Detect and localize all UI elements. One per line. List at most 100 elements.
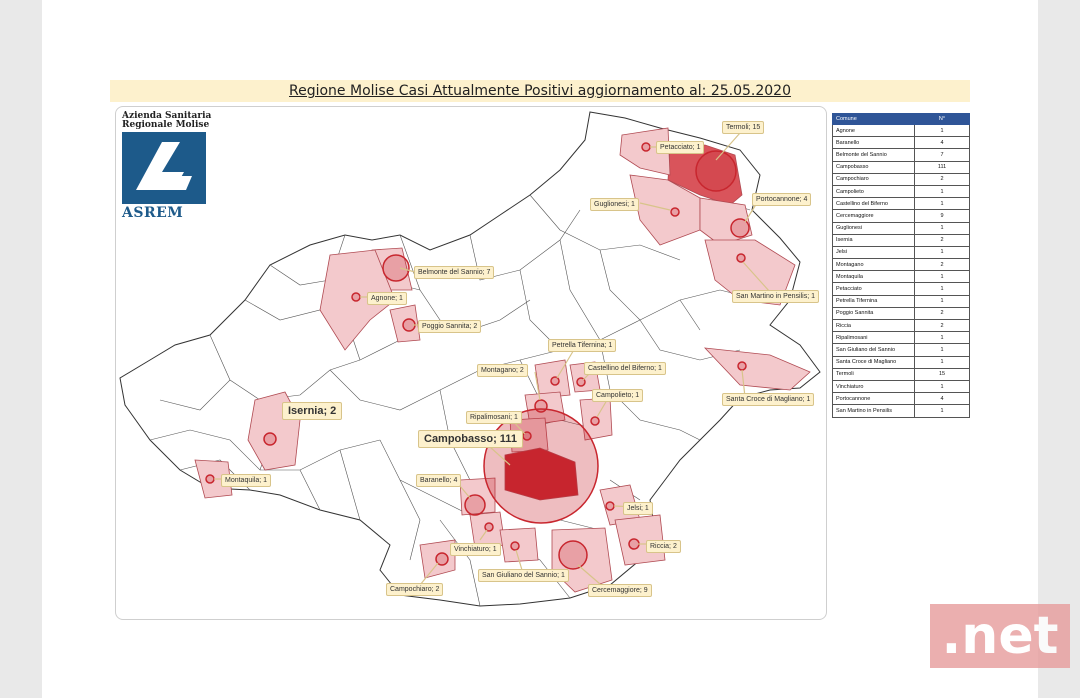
- label-guglionesi: Guglionesi; 1: [590, 198, 639, 211]
- table-row: Portocannone 4: [832, 392, 970, 406]
- label-castellino: Castellino del Biferno; 1: [584, 362, 666, 375]
- comune-cell: Baranello: [832, 136, 915, 150]
- table-row: Petrella Tifernina 1: [832, 294, 970, 308]
- table-row: Isernia 2: [832, 233, 970, 247]
- table-row: Termoli 15: [832, 367, 970, 381]
- label-campolieto: Campolieto; 1: [592, 389, 644, 402]
- count-cell: 1: [914, 343, 970, 357]
- count-cell: 2: [914, 306, 970, 321]
- comune-cell: Belmonte del Sannio: [832, 148, 915, 162]
- watermark-logo: .net: [930, 604, 1070, 668]
- count-cell: 2: [914, 258, 970, 272]
- column-header-comune: Comune: [832, 113, 915, 125]
- label-isernia: Isernia; 2: [282, 402, 343, 420]
- count-cell: 1: [914, 355, 970, 369]
- label-santacroce: Santa Croce di Magliano; 1: [722, 393, 815, 406]
- count-cell: 2: [914, 172, 970, 186]
- table-row: Montagano 2: [832, 258, 970, 272]
- bubble-termoli: [695, 150, 737, 192]
- comune-cell: Isernia: [832, 233, 915, 247]
- label-sanmartino: San Martino in Pensilis; 1: [732, 290, 819, 303]
- comune-cell: Petacciato: [832, 282, 915, 296]
- comune-cell: Portocannone: [832, 392, 915, 406]
- table-row: Santa Croce di Magliano 1: [832, 355, 970, 369]
- table-row: Castellino del Biferno 1: [832, 197, 970, 211]
- label-montagano: Montagano; 2: [477, 364, 528, 377]
- table-row: Campolieto 1: [832, 184, 970, 199]
- label-agnone: Agnone; 1: [367, 292, 407, 305]
- label-termoli: Termoli; 15: [722, 121, 765, 134]
- count-cell: 111: [914, 160, 970, 174]
- bubble-belmonte: [382, 254, 410, 282]
- comune-cell: Ripalimosani: [832, 331, 915, 345]
- count-cell: 1: [914, 123, 970, 138]
- table-row: San Giuliano del Sannio 1: [832, 343, 970, 357]
- table-row: San Martino in Pensilis 1: [832, 404, 970, 418]
- bubble-isernia: [263, 432, 277, 446]
- comune-cell: Montaquila: [832, 270, 915, 284]
- table-row: Montaquila 1: [832, 270, 970, 284]
- bubble-montagano: [534, 399, 548, 413]
- comune-cell: Poggio Sannita: [832, 306, 915, 321]
- comune-cell: Campolieto: [832, 184, 915, 199]
- table-row: Guglionesi 1: [832, 221, 970, 235]
- label-riccia: Riccia; 2: [646, 540, 681, 553]
- comune-cell: San Martino in Pensilis: [832, 404, 915, 418]
- table-row: Riccia 2: [832, 318, 970, 333]
- table-row: Agnone 1: [832, 123, 970, 138]
- comune-cell: Campobasso: [832, 160, 915, 174]
- comune-cell: Santa Croce di Magliano: [832, 355, 915, 369]
- bubble-campolieto: [590, 416, 600, 426]
- comune-cell: Riccia: [832, 318, 915, 333]
- logo-org-line2: Regionale Molise: [122, 120, 210, 130]
- logo-acronym: ASREM: [122, 205, 184, 221]
- bubble-baranello: [464, 494, 486, 516]
- bubble-riccia: [628, 538, 640, 550]
- comune-cell: Castellino del Biferno: [832, 197, 915, 211]
- table-row: Petacciato 1: [832, 282, 970, 296]
- comune-cell: Montagano: [832, 258, 915, 272]
- bubble-campobasso: [483, 408, 599, 524]
- bubble-cercemaggiore: [558, 540, 588, 570]
- comune-cell: Petrella Tifernina: [832, 294, 915, 308]
- count-cell: 9: [914, 209, 970, 223]
- bubble-guglionesi: [670, 207, 680, 217]
- count-cell: 1: [914, 245, 970, 260]
- count-cell: 1: [914, 282, 970, 296]
- label-jelsi: Jelsi; 1: [623, 502, 653, 515]
- comune-cell: Agnone: [832, 123, 915, 138]
- table-row: Campochiaro 2: [832, 172, 970, 186]
- count-cell: 7: [914, 148, 970, 162]
- bubble-petacciato: [641, 142, 651, 152]
- count-cell: 1: [914, 221, 970, 235]
- count-cell: 1: [914, 270, 970, 284]
- label-portocannone: Portocannone; 4: [752, 193, 812, 206]
- count-cell: 1: [914, 197, 970, 211]
- bubble-vinchiaturo: [484, 522, 494, 532]
- table-row: Jelsi 1: [832, 245, 970, 260]
- table-row: Cercemaggiore 9: [832, 209, 970, 223]
- label-baranello: Baranello; 4: [416, 474, 462, 487]
- count-cell: 2: [914, 233, 970, 247]
- bubble-petrella: [550, 376, 560, 386]
- label-montaquila: Montaquila; 1: [221, 474, 272, 487]
- table-row: Vinchiaturo 1: [832, 379, 970, 394]
- count-cell: 4: [914, 392, 970, 406]
- table-row: Ripalimosani 1: [832, 331, 970, 345]
- comune-cell: Termoli: [832, 367, 915, 381]
- label-belmonte: Belmonte del Sannio; 7: [414, 266, 495, 279]
- bubble-sanmartino: [736, 253, 746, 263]
- table-row: Poggio Sannita 2: [832, 306, 970, 321]
- logo-mark-icon: [122, 132, 206, 204]
- bubble-sangiuliano: [510, 541, 520, 551]
- comune-cell: Guglionesi: [832, 221, 915, 235]
- count-cell: 1: [914, 379, 970, 394]
- table-header-row: Comune N°: [832, 113, 970, 125]
- label-petacciato: Petacciato; 1: [656, 141, 705, 154]
- asrem-logo: Azienda Sanitaria Regionale Molise ASREM: [122, 112, 214, 221]
- table-row: Campobasso 111: [832, 160, 970, 174]
- column-header-count: N°: [914, 113, 970, 125]
- bubble-portocannone: [730, 218, 750, 238]
- label-vinchiaturo: Vinchiaturo; 1: [450, 543, 501, 556]
- count-cell: 1: [914, 294, 970, 308]
